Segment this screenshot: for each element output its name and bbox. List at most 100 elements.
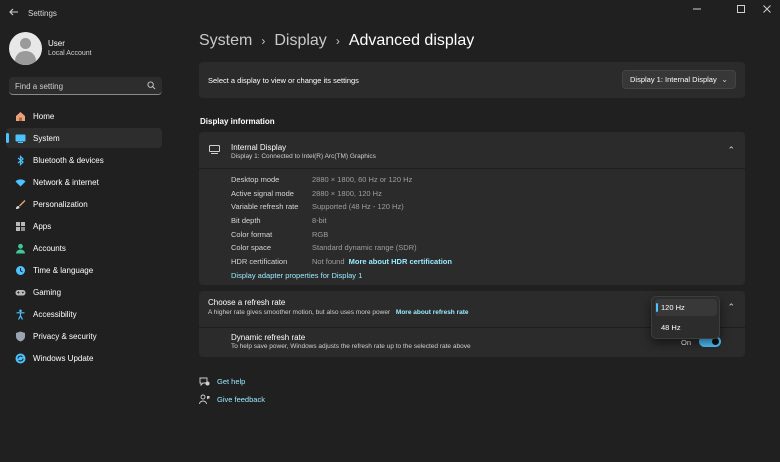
sidebar-item-label: Accounts — [33, 243, 66, 253]
select-display-label: Select a display to view or change its s… — [208, 76, 359, 85]
feedback-icon — [199, 394, 210, 405]
nav-list: Home System Bluetooth & devices Network … — [6, 106, 162, 370]
maximize-button[interactable] — [731, 4, 751, 18]
refresh-rate-title: Choose a refresh rate — [208, 298, 286, 307]
info-value: Standard dynamic range (SDR) — [312, 243, 417, 252]
help-icon — [199, 377, 210, 387]
refresh-rate-description: A higher rate gives smoother motion, but… — [208, 309, 469, 316]
page-title: Advanced display — [348, 32, 475, 49]
breadcrumb-system[interactable]: System — [199, 32, 252, 50]
monitor-icon — [209, 145, 220, 154]
section-title: Display information — [200, 117, 275, 126]
sidebar-item-label: Windows Update — [33, 353, 94, 363]
avatar[interactable] — [9, 32, 42, 65]
update-icon — [14, 352, 26, 364]
toggle-state-label: On — [681, 338, 692, 347]
sidebar-item-network[interactable]: Network & internet — [6, 172, 162, 192]
info-value: Supported (48 Hz - 120 Hz) — [312, 202, 404, 211]
refresh-option-48[interactable]: 48 Hz — [655, 319, 717, 336]
home-icon — [14, 110, 26, 122]
close-button[interactable] — [757, 4, 777, 18]
sidebar-item-label: Time & language — [33, 265, 94, 275]
person-icon — [14, 242, 26, 254]
sidebar-item-label: Home — [33, 111, 55, 121]
wifi-icon — [14, 176, 26, 188]
app-title: Settings — [28, 9, 57, 18]
info-value: 8-bit — [312, 216, 327, 225]
system-icon — [14, 132, 26, 144]
sidebar-item-label: Personalization — [33, 199, 88, 209]
gamepad-icon — [14, 286, 26, 298]
info-value: RGB — [312, 230, 329, 239]
info-value: Not found More about HDR certification — [312, 257, 452, 266]
sidebar-item-accounts[interactable]: Accounts — [6, 238, 162, 258]
dynamic-refresh-title: Dynamic refresh rate — [231, 333, 306, 342]
info-key: Color format — [231, 230, 273, 239]
bluetooth-icon — [14, 154, 26, 166]
refresh-rate-link[interactable]: More about refresh rate — [396, 309, 469, 316]
give-feedback-link[interactable]: Give feedback — [217, 395, 265, 404]
user-name: User — [48, 39, 65, 48]
info-value: 2880 × 1800, 60 Hz or 120 Hz — [312, 175, 413, 184]
display-adapter-link[interactable]: Display adapter properties for Display 1 — [231, 271, 362, 280]
sidebar-item-gaming[interactable]: Gaming — [6, 282, 162, 302]
hdr-status: Not found — [312, 257, 345, 266]
sidebar-item-label: Gaming — [33, 287, 62, 297]
info-key: HDR certification — [231, 257, 288, 266]
info-key: Active signal mode — [231, 189, 294, 198]
info-key: Color space — [231, 243, 272, 252]
sidebar-item-bluetooth[interactable]: Bluetooth & devices — [6, 150, 162, 170]
display-info-card: Internal Display Display 1: Connected to… — [199, 132, 745, 285]
title-bar: Settings — [0, 0, 780, 26]
chevron-right-icon: › — [261, 34, 266, 48]
display-name: Internal Display — [231, 143, 287, 152]
sidebar-item-label: Accessibility — [33, 309, 77, 319]
sidebar-item-label: Network & internet — [33, 177, 99, 187]
back-button[interactable] — [8, 6, 20, 18]
sidebar-item-accessibility[interactable]: Accessibility — [6, 304, 162, 324]
display-connection: Display 1: Connected to Intel(R) Arc(TM)… — [231, 153, 376, 160]
sidebar-item-privacy-security[interactable]: Privacy & security — [6, 326, 162, 346]
close-icon — [763, 5, 771, 13]
refresh-option-120[interactable]: 120 Hz — [655, 299, 717, 316]
maximize-icon — [737, 5, 745, 13]
breadcrumb-display[interactable]: Display — [274, 32, 326, 50]
sidebar-item-apps[interactable]: Apps — [6, 216, 162, 236]
shield-icon — [14, 330, 26, 342]
sidebar-item-label: Apps — [33, 221, 52, 231]
accessibility-icon — [14, 308, 26, 320]
display-info-header[interactable]: Internal Display Display 1: Connected to… — [199, 132, 745, 169]
sidebar-item-windows-update[interactable]: Windows Update — [6, 348, 162, 368]
search-box[interactable] — [9, 77, 162, 95]
user-account-type: Local Account — [48, 50, 92, 57]
search-input[interactable] — [15, 79, 145, 93]
sidebar-item-label: Privacy & security — [33, 331, 97, 341]
sidebar-item-system[interactable]: System — [6, 128, 162, 148]
breadcrumb: System › Display › Advanced display — [199, 32, 474, 50]
select-display-card: Select a display to view or change its s… — [199, 62, 745, 98]
arrow-left-icon — [9, 8, 18, 16]
search-icon[interactable] — [147, 81, 156, 90]
sidebar: User Local Account Home System Bluetooth… — [0, 26, 170, 462]
info-key: Desktop mode — [231, 175, 280, 184]
sidebar-item-time-language[interactable]: Time & language — [6, 260, 162, 280]
sidebar-item-personalization[interactable]: Personalization — [6, 194, 162, 214]
minimize-button[interactable] — [687, 4, 707, 18]
get-help-row[interactable]: Get help — [199, 376, 245, 387]
display-dropdown-value: Display 1: Internal Display — [630, 75, 717, 84]
give-feedback-row[interactable]: Give feedback — [199, 394, 265, 405]
refresh-rate-dropdown-list: 120 Hz 48 Hz — [651, 296, 720, 339]
chevron-down-icon: ⌄ — [721, 75, 728, 84]
chevron-up-icon[interactable]: ⌃ — [727, 302, 735, 313]
info-value: 2880 × 1800, 120 Hz — [312, 189, 382, 198]
sidebar-item-label: System — [33, 133, 60, 143]
minimize-icon — [693, 8, 701, 10]
sidebar-item-label: Bluetooth & devices — [33, 155, 104, 165]
chevron-up-icon[interactable]: ⌃ — [727, 145, 735, 156]
refresh-rate-subtitle: A higher rate gives smoother motion, but… — [208, 309, 391, 316]
hdr-certification-link[interactable]: More about HDR certification — [349, 257, 452, 266]
display-dropdown[interactable]: Display 1: Internal Display ⌄ — [622, 70, 736, 89]
dynamic-refresh-subtitle: To help save power, Windows adjusts the … — [231, 343, 471, 350]
sidebar-item-home[interactable]: Home — [6, 106, 162, 126]
get-help-link[interactable]: Get help — [217, 377, 245, 386]
